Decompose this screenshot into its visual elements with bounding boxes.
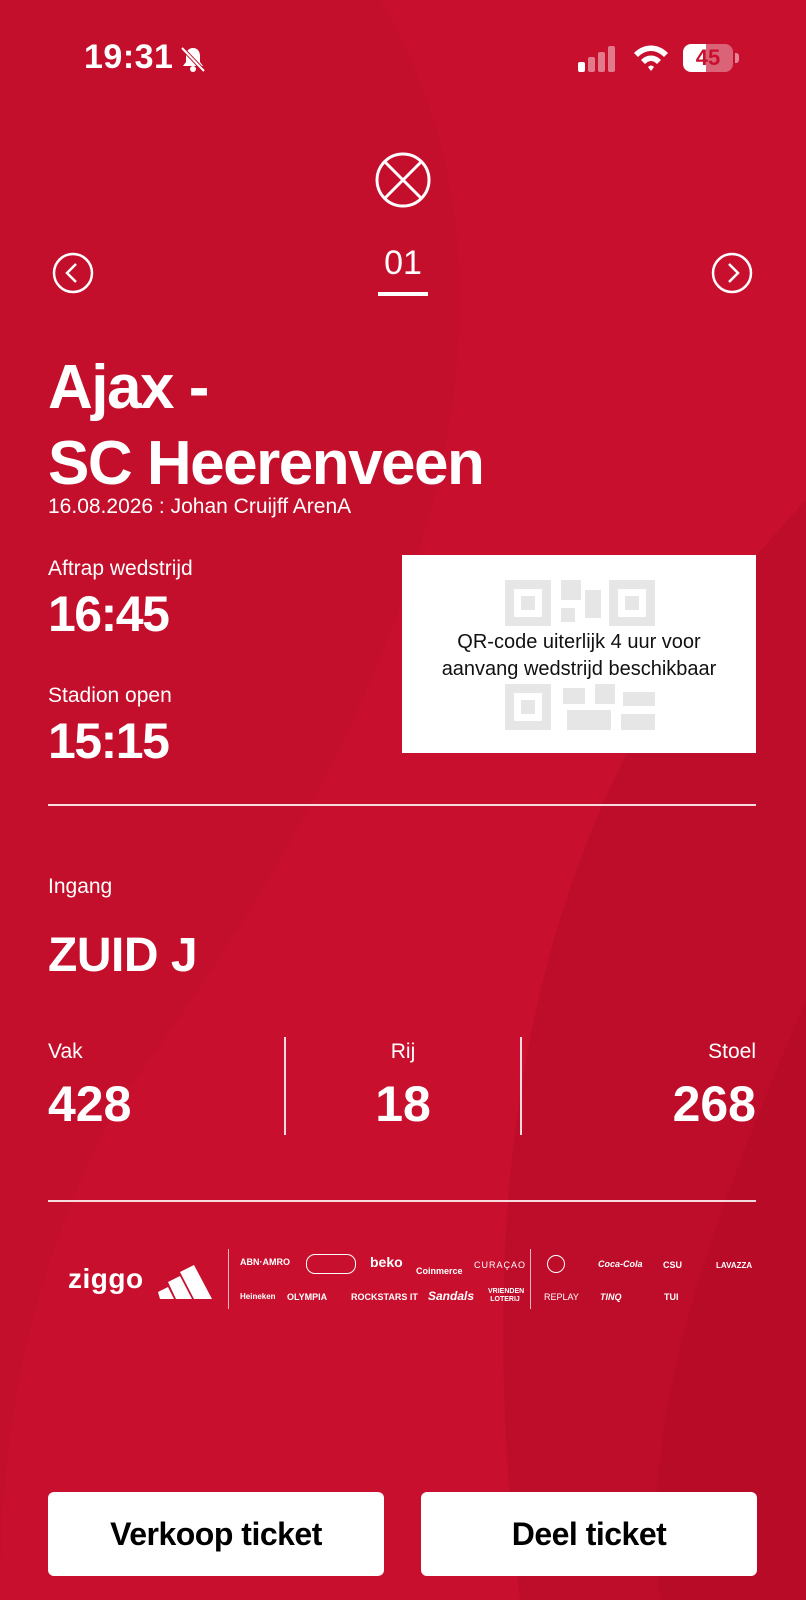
sponsor-lavazza: LAVAZZA bbox=[716, 1261, 753, 1270]
sponsor-coinmerce: Coinmerce bbox=[416, 1266, 463, 1276]
stadium-open-time: 15:15 bbox=[48, 713, 170, 769]
sponsor-sandals: Sandals bbox=[428, 1289, 475, 1303]
qr-message-line1: QR-code uiterlijk 4 uur voor bbox=[457, 631, 701, 653]
entrance-value: ZUID J bbox=[48, 929, 198, 982]
wifi-icon bbox=[632, 42, 670, 74]
divider-top bbox=[48, 804, 756, 806]
sponsor-curacao: CURAÇAO bbox=[474, 1260, 527, 1270]
kickoff-label: Aftrap wedstrijd bbox=[48, 557, 193, 580]
row-label: Rij bbox=[390, 1040, 416, 1063]
section-label: Vak bbox=[48, 1040, 83, 1063]
seat-separator-1 bbox=[284, 1037, 286, 1135]
sponsor-tinq: TINQ bbox=[600, 1292, 622, 1302]
sponsor-replay: REPLAY bbox=[544, 1292, 579, 1302]
background-pattern bbox=[0, 0, 806, 1600]
sponsor-abn-amro: ABN·AMRO bbox=[240, 1257, 290, 1267]
share-ticket-button[interactable]: Deel ticket bbox=[421, 1492, 757, 1576]
sponsor-rockstars-it: ROCKSTARS IT bbox=[351, 1292, 418, 1302]
match-title-line2: SC Heerenveen bbox=[48, 429, 485, 498]
battery-percent: 45 bbox=[695, 45, 721, 70]
match-date-venue: 16.08.2026 : Johan Cruijff ArenA bbox=[48, 495, 352, 518]
divider-bottom bbox=[48, 1200, 756, 1202]
chevron-left-circle-icon[interactable] bbox=[52, 252, 94, 294]
seat-separator-2 bbox=[520, 1037, 522, 1135]
sponsor-csu: CSU bbox=[663, 1260, 683, 1270]
stadium-open-label: Stadion open bbox=[48, 684, 172, 707]
section-value: 428 bbox=[48, 1076, 132, 1132]
close-icon[interactable] bbox=[374, 151, 432, 209]
sponsor-coca-cola: Coca-Cola bbox=[598, 1259, 643, 1269]
cellular-signal-icon bbox=[578, 44, 618, 74]
row-value: 18 bbox=[375, 1076, 431, 1132]
entrance-label: Ingang bbox=[48, 875, 113, 898]
sponsor-badge-icon bbox=[306, 1254, 356, 1274]
sponsor-separator-2 bbox=[530, 1249, 531, 1309]
seat-value: 268 bbox=[672, 1076, 756, 1132]
match-title-line1: Ajax - bbox=[48, 353, 209, 422]
sponsor-tui: TUI bbox=[664, 1292, 679, 1302]
qr-availability-message: QR-code uiterlijk 4 uur voor aanvang wed… bbox=[402, 629, 756, 683]
sponsor-vriendenloterij: VRIENDEN LOTERIJ bbox=[488, 1288, 525, 1303]
sponsor-heineken: Heineken bbox=[240, 1292, 276, 1301]
sponsor-beko: beko bbox=[370, 1254, 403, 1270]
sponsor-separator-1 bbox=[228, 1249, 229, 1309]
seat-label: Stoel bbox=[708, 1040, 756, 1063]
sponsor-olympia: OLYMPIA bbox=[287, 1292, 328, 1302]
match-title: Ajax - SC Heerenveen bbox=[48, 350, 688, 502]
status-time: 19:31 bbox=[84, 38, 174, 76]
qr-message-line2: aanvang wedstrijd beschikbaar bbox=[441, 658, 717, 680]
sell-ticket-button[interactable]: Verkoop ticket bbox=[48, 1492, 384, 1576]
page-underline bbox=[378, 292, 428, 296]
battery-indicator: 45 bbox=[683, 44, 741, 74]
kickoff-time: 16:45 bbox=[48, 586, 170, 642]
ticket-page-number: 01 bbox=[384, 244, 422, 282]
sponsor-bmw-icon bbox=[547, 1255, 565, 1273]
sponsor-ziggo: ziggo bbox=[68, 1263, 144, 1294]
bell-slash-icon bbox=[178, 44, 208, 74]
adidas-logo-icon bbox=[158, 1261, 214, 1299]
chevron-right-circle-icon[interactable] bbox=[711, 252, 753, 294]
qr-code-placeholder: QR-code uiterlijk 4 uur voor aanvang wed… bbox=[402, 555, 756, 753]
